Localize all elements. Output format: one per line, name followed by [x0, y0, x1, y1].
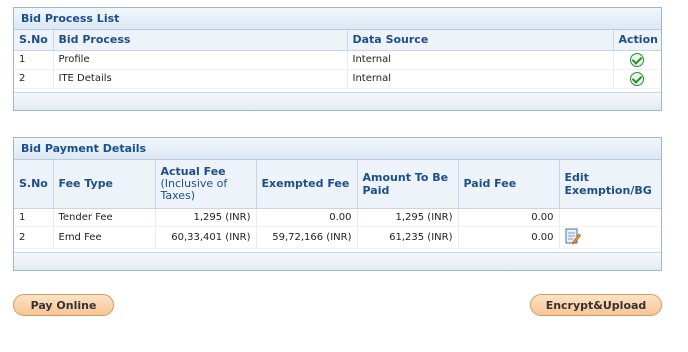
bid-payment-title: Bid Payment Details	[14, 138, 661, 160]
row-edit-exemption	[559, 208, 661, 227]
panel-footer-strip	[14, 92, 661, 110]
col-header-amount-to-be-paid: Amount To Be Paid	[357, 160, 459, 209]
row-exempted-fee: 0.00	[256, 208, 358, 227]
row-sno: 2	[14, 226, 54, 249]
row-data-source: Internal	[347, 50, 614, 70]
row-paid-fee: 0.00	[458, 226, 560, 249]
col-header-action: Action	[613, 30, 661, 51]
row-action	[613, 50, 661, 70]
edit-document-icon[interactable]	[565, 227, 581, 248]
row-sno: 2	[14, 69, 54, 89]
row-fee-type: Emd Fee	[53, 226, 156, 249]
col-header-actual-fee: Actual Fee (Inclusive of Taxes)	[155, 160, 257, 209]
row-bid-process: ITE Details	[53, 69, 348, 89]
col-header-exempted-fee: Exempted Fee	[256, 160, 358, 209]
bid-process-table: S.No Bid Process Data Source Action 1 Pr…	[14, 30, 661, 89]
row-amount-to-be-paid: 1,295 (INR)	[357, 208, 459, 227]
row-edit-exemption	[559, 226, 661, 249]
amount-label-line-2: Paid	[362, 183, 390, 197]
table-row: 1 Profile Internal	[14, 50, 661, 70]
row-bid-process: Profile	[53, 50, 348, 70]
actual-fee-label: Actual Fee	[160, 164, 226, 178]
table-row: 2 ITE Details Internal	[14, 69, 661, 89]
pay-online-button[interactable]: Pay Online	[13, 294, 114, 316]
row-actual-fee: 1,295 (INR)	[155, 208, 257, 227]
col-header-fee-type: Fee Type	[53, 160, 156, 209]
bid-payment-panel: Bid Payment Details S.No Fee Type Actual…	[13, 137, 662, 271]
edit-label-line-1: Edit	[564, 170, 589, 184]
col-header-edit-exemption: Edit Exemption/BG	[559, 160, 661, 209]
row-sno: 1	[14, 208, 54, 227]
row-exempted-fee: 59,72,166 (INR)	[256, 226, 358, 249]
col-header-paid-fee: Paid Fee	[458, 160, 560, 209]
bid-payment-table: S.No Fee Type Actual Fee (Inclusive of T…	[14, 160, 661, 249]
row-amount-to-be-paid: 61,235 (INR)	[357, 226, 459, 249]
encrypt-upload-button[interactable]: Encrypt&Upload	[530, 294, 662, 316]
bid-payment-header-row: S.No Fee Type Actual Fee (Inclusive of T…	[14, 160, 661, 209]
row-data-source: Internal	[347, 69, 614, 89]
bid-process-panel: Bid Process List S.No Bid Process Data S…	[13, 7, 662, 111]
table-row: 2 Emd Fee 60,33,401 (INR) 59,72,166 (INR…	[14, 226, 661, 249]
edit-label-line-2: Exemption/BG	[564, 183, 652, 197]
row-actual-fee: 60,33,401 (INR)	[155, 226, 257, 249]
check-circle-icon[interactable]	[630, 52, 645, 67]
amount-label-line-1: Amount To Be	[362, 170, 449, 184]
actual-fee-sub-1: (Inclusive of	[160, 176, 228, 190]
bid-process-title: Bid Process List	[14, 8, 661, 30]
table-row: 1 Tender Fee 1,295 (INR) 0.00 1,295 (INR…	[14, 208, 661, 227]
check-circle-icon[interactable]	[630, 71, 645, 86]
row-paid-fee: 0.00	[458, 208, 560, 227]
col-header-data-source: Data Source	[347, 30, 614, 51]
actual-fee-sub-2: Taxes)	[160, 188, 196, 202]
col-header-sno: S.No	[14, 30, 54, 51]
row-fee-type: Tender Fee	[53, 208, 156, 227]
col-header-bid-process: Bid Process	[53, 30, 348, 51]
panel-footer-strip	[14, 252, 661, 270]
col-header-sno: S.No	[14, 160, 54, 209]
row-sno: 1	[14, 50, 54, 70]
row-action	[613, 69, 661, 89]
bid-process-header-row: S.No Bid Process Data Source Action	[14, 30, 661, 51]
